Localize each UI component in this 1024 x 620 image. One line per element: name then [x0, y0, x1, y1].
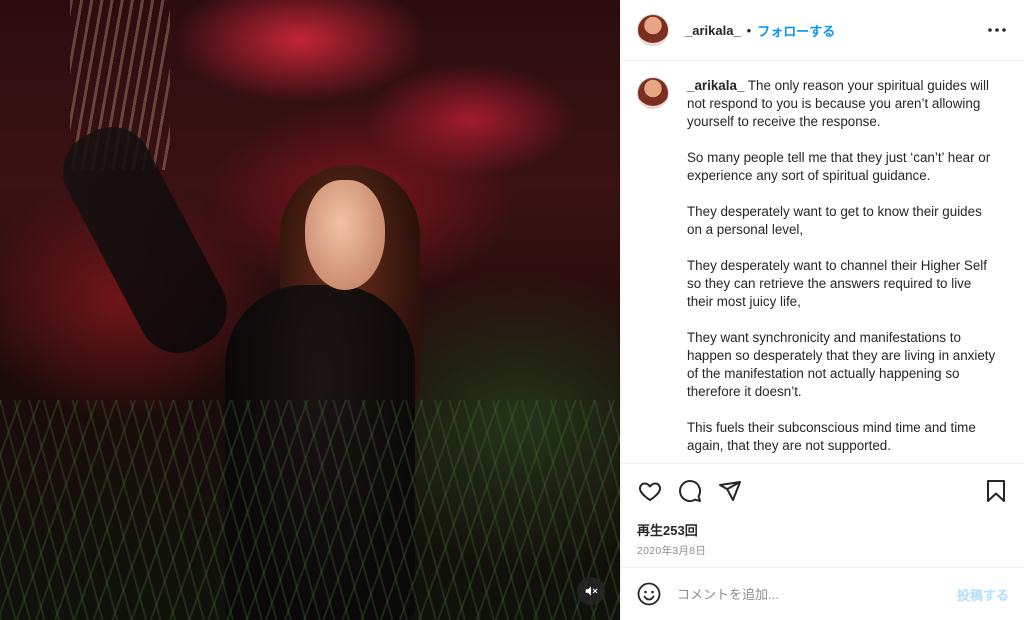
caption-username-link[interactable]: _arikala_: [687, 78, 744, 93]
comment-input[interactable]: [677, 586, 957, 602]
post-header: _arikala_ • フォローする: [621, 0, 1024, 61]
caption-paragraph: They desperately want to get to know the…: [687, 204, 982, 237]
raised-arm: [48, 112, 242, 368]
username-link[interactable]: _arikala_: [685, 23, 741, 38]
like-button[interactable]: [637, 478, 663, 504]
caption-paragraph: They desperately want to channel their H…: [687, 258, 987, 309]
bookmark-icon: [987, 480, 1005, 502]
save-button[interactable]: [983, 478, 1009, 504]
separator-dot: •: [746, 22, 752, 38]
caption-paragraph: _arikala_ The only reason your spiritual…: [687, 78, 989, 129]
post-actions: 再生253回 2020年3月8日: [621, 463, 1024, 567]
comment-icon: [679, 480, 702, 503]
post-date[interactable]: 2020年3月8日: [637, 543, 1009, 558]
action-row: [637, 478, 1009, 504]
post-comment-button[interactable]: 投稿する: [957, 585, 1009, 604]
caption-paragraph: They want synchronicity and manifestatio…: [687, 330, 996, 399]
comment-bar: 投稿する: [621, 567, 1024, 620]
caption-paragraph: This fuels their subconscious mind time …: [687, 420, 976, 453]
post-media-video[interactable]: [0, 0, 620, 620]
send-icon: [719, 481, 741, 501]
person-face: [305, 180, 385, 290]
comment-button[interactable]: [677, 478, 703, 504]
heart-icon: [639, 482, 661, 501]
more-options-icon: [988, 28, 1006, 32]
view-count: 再生253回: [637, 523, 698, 538]
foliage: [0, 400, 620, 620]
muted-speaker-icon: [585, 586, 598, 596]
caption-section: _arikala_ The only reason your spiritual…: [621, 61, 1024, 463]
more-options-button[interactable]: [987, 22, 1007, 38]
mute-toggle-button[interactable]: [577, 577, 605, 605]
caption-avatar[interactable]: [637, 77, 669, 109]
share-button[interactable]: [717, 478, 743, 504]
caption-paragraph: So many people tell me that they just ‘c…: [687, 150, 991, 183]
caption-text: _arikala_ The only reason your spiritual…: [687, 77, 999, 463]
follow-button[interactable]: フォローする: [757, 21, 835, 40]
avatar[interactable]: [637, 14, 669, 46]
post-detail-panel: _arikala_ • フォローする _arikala_ The only re…: [620, 0, 1024, 620]
emoji-icon[interactable]: [637, 582, 661, 606]
